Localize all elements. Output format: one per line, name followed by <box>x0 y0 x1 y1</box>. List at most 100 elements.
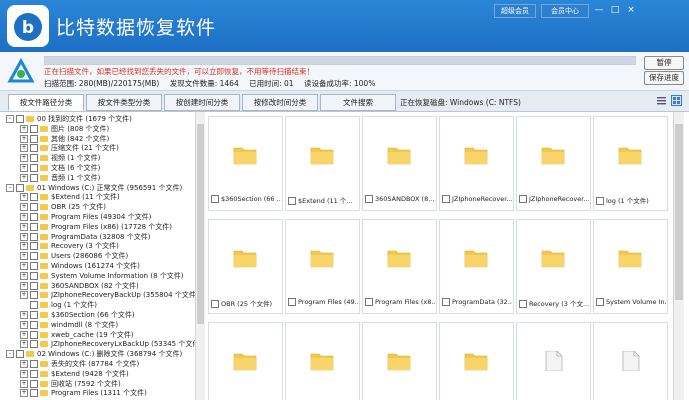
maximize-icon[interactable]: □ <box>608 4 622 16</box>
tree-item[interactable]: + 音频 (1 个文件) <box>20 173 100 183</box>
tree-item[interactable]: + Program Files (x86) (17728 个文件) <box>20 222 172 232</box>
tree-checkbox[interactable] <box>30 360 38 368</box>
minimize-icon[interactable]: — <box>592 4 606 16</box>
file-tile[interactable]: $Extend (11 个... <box>285 116 360 211</box>
tree-item[interactable]: + $Extend (11 个文件) <box>20 192 120 202</box>
expand-icon[interactable]: + <box>20 144 28 153</box>
file-checkbox[interactable] <box>442 298 450 306</box>
expand-icon[interactable]: + <box>20 242 28 251</box>
expand-icon[interactable]: + <box>20 262 28 270</box>
tree-item[interactable]: + Program Files (49304 个文件) <box>20 212 151 222</box>
expand-icon[interactable]: + <box>20 281 28 290</box>
tree-checkbox[interactable] <box>30 203 38 212</box>
tree-scroll-thumb[interactable] <box>197 124 204 324</box>
tree-checkbox[interactable] <box>30 134 38 143</box>
tree-checkbox[interactable] <box>30 379 38 388</box>
tree-item[interactable]: + JZIphoneRecoveryBackUp (355804 个文件) <box>20 290 198 300</box>
file-tile[interactable] <box>439 322 514 400</box>
tree-checkbox[interactable] <box>30 301 38 310</box>
collapse-icon[interactable]: - <box>6 115 14 123</box>
tree-checkbox[interactable] <box>30 281 38 290</box>
file-tile[interactable]: 360SANDBOX (8... <box>362 116 437 211</box>
expand-icon[interactable]: + <box>20 252 28 261</box>
expand-icon[interactable]: + <box>20 330 28 339</box>
expand-icon[interactable]: + <box>20 193 28 202</box>
tree-item[interactable]: log (1 个文件) <box>20 300 97 310</box>
tree-item[interactable]: + 文档 (6 个文件) <box>20 163 100 173</box>
file-checkbox[interactable] <box>519 195 527 203</box>
tree-checkbox[interactable] <box>30 252 38 261</box>
file-tile[interactable]: JZIphoneRecover... <box>439 116 514 211</box>
expand-icon[interactable]: + <box>20 222 28 231</box>
file-tile[interactable]: OBR (25 个文件) <box>208 219 283 314</box>
tree-item[interactable]: + Users (286086 个文件) <box>20 251 128 261</box>
tree-item[interactable]: +360SANDBOX (82 个文件) <box>20 281 139 291</box>
file-checkbox[interactable] <box>519 300 527 308</box>
tree-item[interactable]: + windmdll (8 个文件) <box>20 320 118 330</box>
tree-item[interactable]: + Program Files (1311 个文件) <box>20 388 147 398</box>
tree-item[interactable]: + Recovery (3 个文件) <box>20 241 119 251</box>
file-tile[interactable]: ProgramData (32... <box>439 219 514 314</box>
tree-checkbox[interactable] <box>16 115 24 123</box>
tree-checkbox[interactable] <box>30 124 38 133</box>
pause-button[interactable]: 暂停 <box>644 56 684 70</box>
tree-item[interactable]: - 00 找到的文件 (1679 个文件) <box>6 114 132 124</box>
file-checkbox[interactable] <box>442 195 450 203</box>
tree-item[interactable]: + 视频 (1 个文件) <box>20 153 100 163</box>
file-tile[interactable] <box>208 322 283 400</box>
file-tile[interactable] <box>593 322 668 400</box>
tree-checkbox[interactable] <box>16 183 24 192</box>
tree-checkbox[interactable] <box>30 389 38 398</box>
file-tile[interactable] <box>285 322 360 400</box>
file-tile[interactable]: log (1 个文件) <box>593 116 668 211</box>
tree-checkbox[interactable] <box>30 311 38 319</box>
file-tile[interactable]: $360Section (66 ... <box>208 116 283 211</box>
file-tile[interactable] <box>516 322 591 400</box>
tree-checkbox[interactable] <box>30 369 38 378</box>
file-tile[interactable]: System Volume In... <box>593 219 668 314</box>
file-checkbox[interactable] <box>365 195 373 203</box>
expand-icon[interactable]: + <box>20 340 28 349</box>
grid-view-icon[interactable] <box>671 95 682 106</box>
file-tile[interactable]: Program Files (49... <box>285 219 360 314</box>
tab-by-type[interactable]: 按文件类型分类 <box>86 94 162 111</box>
vip-button[interactable]: 超级会员 <box>494 4 536 18</box>
tree-item[interactable]: + JZIphoneRecoveryLxBackUp (53345 个文件) <box>20 339 202 349</box>
save-progress-button[interactable]: 保存进度 <box>644 71 684 85</box>
file-tile[interactable]: Program Files (x8... <box>362 219 437 314</box>
expand-icon[interactable]: + <box>20 203 28 212</box>
expand-icon[interactable]: + <box>20 271 28 280</box>
collapse-icon[interactable]: - <box>6 183 14 192</box>
file-checkbox[interactable] <box>211 300 219 308</box>
tree-item[interactable]: + Windows (161274 个文件) <box>20 261 140 271</box>
file-tile[interactable] <box>362 322 437 400</box>
file-checkbox[interactable] <box>211 195 219 203</box>
tree-checkbox[interactable] <box>30 232 38 241</box>
file-tile[interactable]: JZIphoneRecover... <box>516 116 591 211</box>
tree-item[interactable]: + 回收站 (7592 个文件) <box>20 379 121 389</box>
tree-checkbox[interactable] <box>30 144 38 153</box>
tree-item[interactable]: + 其他 (842 个文件) <box>20 134 109 144</box>
grid-scrollbar[interactable] <box>673 112 684 400</box>
tree-checkbox[interactable] <box>30 164 38 172</box>
tree-item[interactable]: + $360Section (66 个文件) <box>20 310 135 320</box>
tree-item[interactable]: + 图片 (808 个文件) <box>20 124 109 134</box>
tree-checkbox[interactable] <box>30 222 38 231</box>
tab-search[interactable]: 文件搜索 <box>320 94 396 111</box>
file-checkbox[interactable] <box>596 298 604 306</box>
tree-checkbox[interactable] <box>30 213 38 221</box>
tree-item[interactable]: + 丢失的文件 (87784 个文件) <box>20 359 139 369</box>
close-icon[interactable]: × <box>624 4 638 16</box>
expand-icon[interactable]: + <box>20 134 28 143</box>
tree-checkbox[interactable] <box>30 262 38 270</box>
tree-item[interactable]: + System Volume Information (8 个文件) <box>20 271 183 281</box>
tree-checkbox[interactable] <box>30 271 38 280</box>
tree-checkbox[interactable] <box>30 242 38 251</box>
expand-icon[interactable]: + <box>20 369 28 378</box>
file-checkbox[interactable] <box>288 298 296 306</box>
tree-item[interactable]: + $Extend (9428 个文件) <box>20 369 129 379</box>
expand-icon[interactable]: + <box>20 124 28 133</box>
tab-by-modified[interactable]: 按修改时间分类 <box>242 94 318 111</box>
list-view-icon[interactable] <box>656 95 667 106</box>
tree-checkbox[interactable] <box>16 350 24 359</box>
